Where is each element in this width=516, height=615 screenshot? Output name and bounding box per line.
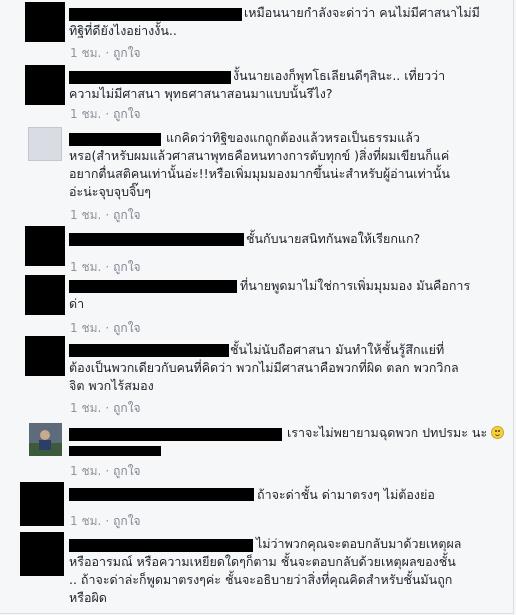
comment-timestamp[interactable]: 1 ชม. (70, 464, 101, 478)
comment-text-content: เราจะไม่พยายามฉุดพวก ปทปรมะ นะ (287, 425, 488, 440)
like-button[interactable]: ถูกใจ (113, 401, 140, 415)
comment-meta: 1 ชม. · ถูกใจ (70, 44, 141, 63)
comment-meta: 1 ชม. · ถูกใจ (70, 399, 141, 418)
author-name-redacted[interactable] (69, 344, 229, 357)
separator-dot: · (105, 260, 110, 274)
comment-text: ไม่ว่าพวกคุณจะตอบกลับมาด้วยเหตุผล (256, 536, 462, 551)
comment-timestamp[interactable]: 1 ชม. (70, 208, 101, 222)
comment-text: ถ้าจะด่าชั้น ด่ามาตรงๆ ไม่ต้องย่อ (257, 487, 435, 502)
comment-meta: 1 ชม. · ถูกใจ (70, 462, 141, 481)
comment-text-line: ต้องเป็นพวกเดียวกับคนที่คิดว่า พวกไม่มีศ… (69, 360, 459, 375)
comment-text: งั้นนายเองก็พุทโธเลียนดีๆสินะ.. เที่ยวว่… (233, 68, 446, 83)
author-name-redacted[interactable] (69, 428, 282, 441)
avatar-redacted[interactable] (25, 65, 65, 105)
comment-text-line: ทิฐิที่ดียังไงอย่างงั้น.. (69, 23, 177, 38)
comment-text-line: อยากตื่นสติคนเท่านั้นอ่ะ!!หรือเพิ่มมุมมอ… (69, 166, 450, 181)
comment-text-line: อ่ะน่ะจุบจุบจิ๊บๆ (69, 184, 151, 199)
author-name-redacted[interactable] (69, 539, 253, 552)
smile-emoji-icon (491, 426, 505, 439)
avatar-redacted[interactable] (20, 532, 64, 576)
comment-text: ชั้นไม่นับถือศาสนา มันทำให้ชั้นรู้สึกแย่… (230, 342, 445, 357)
author-name-redacted[interactable] (69, 488, 254, 501)
author-name-redacted[interactable] (69, 71, 231, 84)
avatar-redacted[interactable] (20, 482, 64, 526)
separator-dot: · (105, 464, 110, 478)
comment-timestamp[interactable]: 1 ชม. (70, 107, 101, 121)
comment-timestamp[interactable]: 1 ชม. (70, 46, 101, 60)
comment-timestamp[interactable]: 1 ชม. (70, 401, 101, 415)
separator-dot: · (105, 401, 110, 415)
separator-dot: · (105, 46, 110, 60)
avatar-photo-icon (29, 423, 62, 456)
comment-text-line: หรือผิด (69, 590, 107, 605)
comment-meta: 1 ชม. · ถูกใจ (70, 319, 141, 338)
author-name-redacted[interactable] (69, 133, 161, 146)
like-button[interactable]: ถูกใจ (113, 260, 140, 274)
author-name-redacted[interactable] (69, 280, 237, 293)
comment-meta: 1 ชม. · ถูกใจ (70, 105, 141, 124)
avatar[interactable] (29, 423, 62, 456)
comment-text-line: ด่า (69, 296, 85, 311)
avatar-redacted[interactable] (25, 2, 65, 42)
comment-text-line: หรืออารมณ์ หรือความเหยียดใดๆก็ตาม ชั้นจะ… (69, 554, 456, 569)
comment-meta: 1 ชม. · ถูกใจ (70, 206, 141, 225)
avatar-redacted[interactable] (25, 336, 65, 376)
comment-text-line: .. ถ้าจะด่าล่ะก็พูดมาตรงๆค่ะ ชั้นจะอธิบา… (69, 572, 453, 587)
avatar[interactable] (28, 127, 62, 161)
comment-text-line: หรอ(สำหรับผมแล้วศาสนาพุทธคือหนทางการดับท… (69, 148, 450, 163)
comment-text-line: จิต พวกไร้สมอง (69, 378, 154, 393)
comment-timestamp[interactable]: 1 ชม. (70, 260, 101, 274)
comment-timestamp[interactable]: 1 ชม. (70, 321, 101, 335)
comment-text: ที่นายพูดมาไม่ใช่การเพิ่มมุมมอง มันคือกา… (240, 278, 471, 293)
author-name-redacted[interactable] (69, 8, 242, 21)
tagged-name-redacted[interactable] (69, 446, 161, 456)
like-button[interactable]: ถูกใจ (113, 46, 140, 60)
like-button[interactable]: ถูกใจ (113, 107, 140, 121)
avatar-redacted[interactable] (25, 226, 65, 266)
comment-text: แกคิดว่าทิฐิของแกถูกต้องแล้วหรอเป็นธรรมแ… (166, 130, 420, 145)
author-name-redacted[interactable] (69, 233, 244, 246)
separator-dot: · (105, 514, 110, 528)
like-button[interactable]: ถูกใจ (113, 321, 140, 335)
avatar-redacted[interactable] (25, 275, 65, 315)
separator-dot: · (105, 321, 110, 335)
like-button[interactable]: ถูกใจ (113, 208, 140, 222)
like-button[interactable]: ถูกใจ (113, 514, 140, 528)
comment-text: ชั้นกับนายสนิทกันพอให้เรียกแก? (246, 231, 421, 246)
comment-text: เราจะไม่พยายามฉุดพวก ปทปรมะ นะ (287, 424, 505, 442)
comment-timestamp[interactable]: 1 ชม. (70, 514, 101, 528)
comment-meta: 1 ชม. · ถูกใจ (70, 258, 141, 277)
comment-thread: เหมือนนายกำลังจะด่าว่า คนไม่มีศาสนาไม่มี… (0, 0, 514, 614)
like-button[interactable]: ถูกใจ (113, 464, 140, 478)
comment-meta: 1 ชม. · ถูกใจ (70, 512, 141, 531)
separator-dot: · (105, 107, 110, 121)
separator-dot: · (105, 208, 110, 222)
comment-text: เหมือนนายกำลังจะด่าว่า คนไม่มีศาสนาไม่มี (244, 5, 480, 20)
comment-text-line: ความไม่มีศาสนา พุทธศาสนาสอนมาแบบนั้นรึไง… (69, 86, 333, 101)
